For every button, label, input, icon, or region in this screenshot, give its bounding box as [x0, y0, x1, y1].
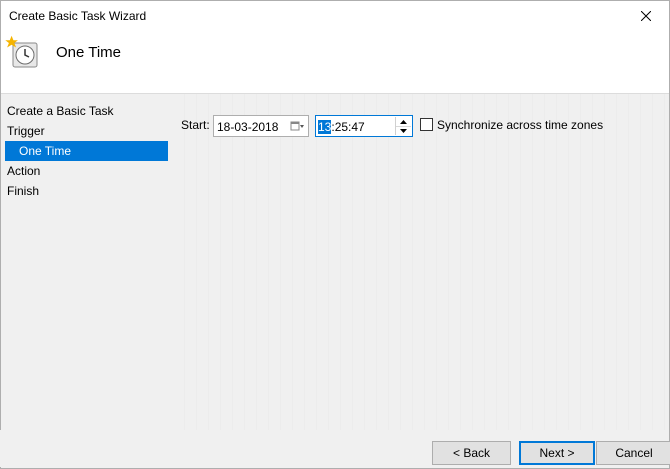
- start-date-value: 18-03-2018: [217, 120, 279, 134]
- nav-step-finish[interactable]: Finish: [1, 181, 173, 201]
- time-minutes-seconds: :25:47: [331, 120, 365, 134]
- cancel-button[interactable]: Cancel: [596, 441, 670, 465]
- nav-step-create-basic-task[interactable]: Create a Basic Task: [1, 101, 173, 121]
- start-time-input[interactable]: 13:25:47: [315, 115, 413, 137]
- back-button[interactable]: < Back: [432, 441, 511, 465]
- spin-up-icon: [400, 119, 407, 124]
- wizard-window: Create Basic Task Wizard One Time Create…: [0, 0, 670, 469]
- page-title: One Time: [56, 44, 122, 61]
- sync-timezones-checkbox[interactable]: [420, 118, 433, 131]
- calendar-dropdown-icon[interactable]: [290, 119, 304, 133]
- wizard-header: One Time: [1, 31, 669, 94]
- nav-step-one-time[interactable]: One Time: [5, 141, 168, 161]
- sync-timezones-label[interactable]: Synchronize across time zones: [437, 118, 603, 132]
- close-icon: [641, 11, 651, 21]
- start-label: Start:: [181, 118, 210, 132]
- time-spinner: [395, 117, 411, 135]
- start-time-value: 13:25:47: [318, 120, 365, 134]
- time-hour-selected: 13: [318, 120, 332, 134]
- start-date-picker[interactable]: 18-03-2018: [213, 115, 309, 137]
- nav-step-action[interactable]: Action: [1, 161, 173, 181]
- wizard-steps-nav: Create a Basic Task Trigger One Time Act…: [1, 101, 173, 201]
- content-panel: [173, 94, 669, 431]
- spin-down-icon: [400, 128, 407, 133]
- spin-down-button[interactable]: [396, 126, 411, 135]
- window-title: Create Basic Task Wizard: [9, 9, 147, 23]
- next-button[interactable]: Next >: [519, 441, 595, 465]
- title-bar: Create Basic Task Wizard: [1, 1, 669, 31]
- close-button[interactable]: [623, 1, 669, 31]
- scheduled-task-clock-icon: [5, 35, 38, 68]
- nav-step-trigger[interactable]: Trigger: [1, 121, 173, 141]
